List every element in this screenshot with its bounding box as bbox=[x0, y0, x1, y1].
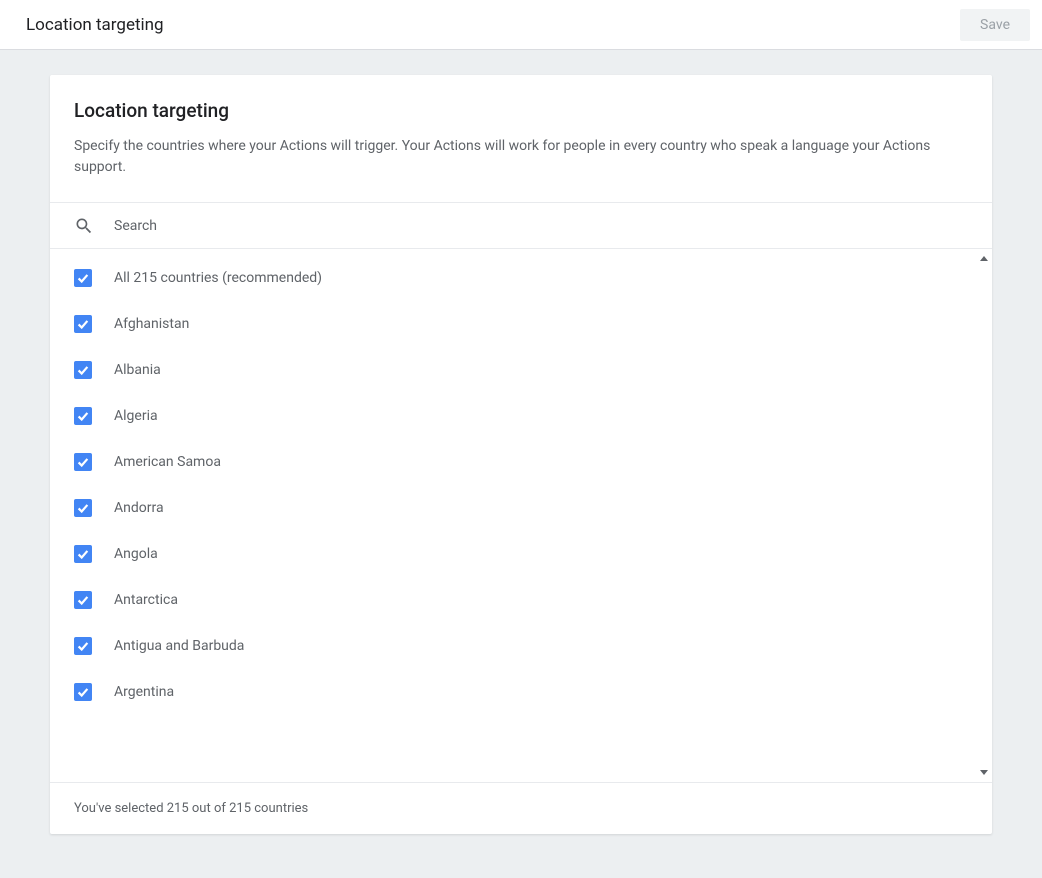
list-item[interactable]: All 215 countries (recommended) bbox=[50, 255, 992, 301]
checkbox-icon[interactable] bbox=[74, 407, 92, 425]
checkbox-icon[interactable] bbox=[74, 591, 92, 609]
checkbox-icon[interactable] bbox=[74, 315, 92, 333]
list-item-label: Afghanistan bbox=[114, 316, 189, 332]
list-item[interactable]: Argentina bbox=[50, 669, 992, 715]
list-item[interactable]: Algeria bbox=[50, 393, 992, 439]
card-title: Location targeting bbox=[74, 99, 968, 122]
list-item-label: American Samoa bbox=[114, 454, 221, 470]
save-button[interactable]: Save bbox=[960, 9, 1030, 41]
selection-status: You've selected 215 out of 215 countries bbox=[50, 782, 992, 834]
list-item-label: Antarctica bbox=[114, 592, 178, 608]
list-item[interactable]: Antarctica bbox=[50, 577, 992, 623]
list-item-label: Argentina bbox=[114, 684, 174, 700]
checkbox-icon[interactable] bbox=[74, 683, 92, 701]
page-title: Location targeting bbox=[26, 15, 164, 35]
checkbox-icon[interactable] bbox=[74, 361, 92, 379]
list-item[interactable]: Albania bbox=[50, 347, 992, 393]
checkbox-icon[interactable] bbox=[74, 453, 92, 471]
content-area: Location targeting Specify the countries… bbox=[0, 50, 1042, 859]
search-icon bbox=[74, 216, 94, 236]
checkbox-icon[interactable] bbox=[74, 545, 92, 563]
card-header: Location targeting Specify the countries… bbox=[50, 75, 992, 203]
list-item-label: Antigua and Barbuda bbox=[114, 638, 244, 654]
country-list[interactable]: All 215 countries (recommended) Afghanist… bbox=[50, 249, 992, 782]
list-item-label: Algeria bbox=[114, 408, 158, 424]
search-input[interactable] bbox=[114, 218, 968, 234]
checkbox-icon[interactable] bbox=[74, 269, 92, 287]
list-item[interactable]: Angola bbox=[50, 531, 992, 577]
list-item[interactable]: Andorra bbox=[50, 485, 992, 531]
list-item-label: Andorra bbox=[114, 500, 164, 516]
list-item[interactable]: Afghanistan bbox=[50, 301, 992, 347]
list-item[interactable]: American Samoa bbox=[50, 439, 992, 485]
checkbox-icon[interactable] bbox=[74, 637, 92, 655]
list-item-label: All 215 countries (recommended) bbox=[114, 270, 322, 286]
checkbox-icon[interactable] bbox=[74, 499, 92, 517]
page-header: Location targeting Save bbox=[0, 0, 1042, 50]
search-row bbox=[50, 203, 992, 249]
list-item-label: Angola bbox=[114, 546, 158, 562]
list-container: All 215 countries (recommended) Afghanist… bbox=[50, 249, 992, 782]
location-targeting-card: Location targeting Specify the countries… bbox=[50, 75, 992, 834]
list-item[interactable]: Antigua and Barbuda bbox=[50, 623, 992, 669]
list-item-label: Albania bbox=[114, 362, 161, 378]
card-description: Specify the countries where your Actions… bbox=[74, 136, 968, 178]
